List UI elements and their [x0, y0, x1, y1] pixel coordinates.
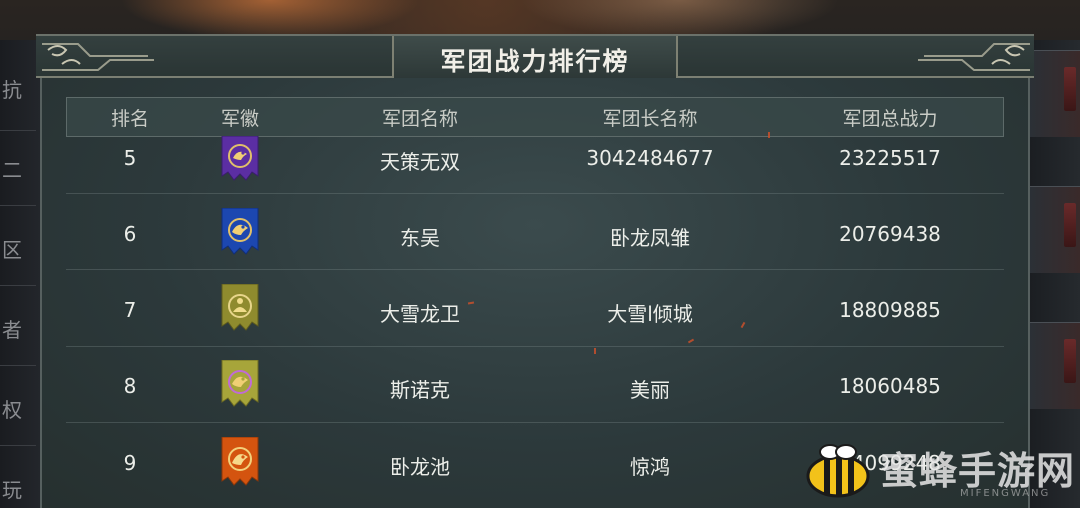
row-power: 23225517 [839, 146, 941, 170]
left-tab-6[interactable]: 玩 [0, 474, 22, 502]
left-divider [0, 285, 36, 286]
row-leader-name: 卧龙凤雏 [610, 226, 690, 250]
ornament-left-icon [42, 43, 154, 71]
ember-spark [768, 132, 770, 138]
game-screen: 抗 二 区 者 权 玩 军团战力排行榜 排名 军徽 军团名称 军团长名称 军团总… [0, 0, 1080, 508]
left-tab-2[interactable]: 二 [0, 154, 22, 182]
ornament-right-icon [918, 43, 1030, 71]
row-divider [66, 422, 1004, 423]
row-rank: 5 [123, 146, 137, 170]
row-power: 18809885 [839, 298, 941, 322]
column-header-rank: 排名 [110, 108, 149, 130]
row-legion-name: 大雪龙卫 [380, 302, 460, 326]
left-tab-1[interactable]: 抗 [0, 74, 22, 102]
row-legion-name: 斯诺克 [390, 378, 450, 402]
olive-buddha-emblem-icon[interactable] [220, 284, 260, 334]
row-power: 18060485 [839, 374, 941, 398]
row-leader-name: 惊鸿 [630, 455, 670, 479]
left-divider [0, 130, 36, 131]
left-divider [0, 445, 36, 446]
watermark-text: 蜜蜂手游网 [880, 448, 1076, 493]
row-legion-name: 天策无双 [380, 150, 460, 174]
row-legion-name: 卧龙池 [390, 455, 450, 479]
purple-dragon-emblem-icon[interactable] [220, 136, 260, 184]
left-divider [0, 205, 36, 206]
row-divider [66, 193, 1004, 194]
column-header-leader-name: 军团长名称 [602, 108, 698, 130]
left-tab-5[interactable]: 权 [0, 394, 22, 422]
right-card[interactable] [1030, 50, 1080, 137]
orange-wolf-emblem-icon[interactable] [220, 437, 260, 489]
row-rank: 8 [123, 374, 137, 398]
row-rank: 9 [123, 451, 137, 475]
row-divider [66, 269, 1004, 270]
column-header-power: 军团总战力 [842, 108, 938, 130]
right-card[interactable] [1030, 186, 1080, 273]
column-header-emblem: 军徽 [220, 108, 259, 130]
row-leader-name: 美丽 [630, 378, 670, 402]
left-tab-4[interactable]: 者 [0, 314, 22, 342]
watermark-subtext: MIFENGWANG [960, 488, 1051, 499]
left-tab-3[interactable]: 区 [0, 234, 22, 262]
row-leader-name: 3042484677 [586, 146, 714, 170]
left-sidebar [0, 40, 40, 508]
row-rank: 6 [123, 222, 137, 246]
column-header-legion-name: 军团名称 [381, 108, 458, 130]
blue-dragon-emblem-icon[interactable] [220, 208, 260, 258]
right-card[interactable] [1030, 322, 1080, 409]
row-leader-name: 大雪l倾城 [607, 302, 693, 326]
row-rank: 7 [123, 298, 137, 322]
row-divider [66, 346, 1004, 347]
row-power: 20769438 [839, 222, 941, 246]
ember-spark [594, 348, 596, 354]
row-legion-name: 东吴 [400, 226, 440, 250]
left-divider [0, 365, 36, 366]
olive-tiger-emblem-icon[interactable] [220, 360, 260, 410]
page-title: 军团战力排行榜 [440, 47, 630, 76]
bee-icon [806, 444, 870, 498]
